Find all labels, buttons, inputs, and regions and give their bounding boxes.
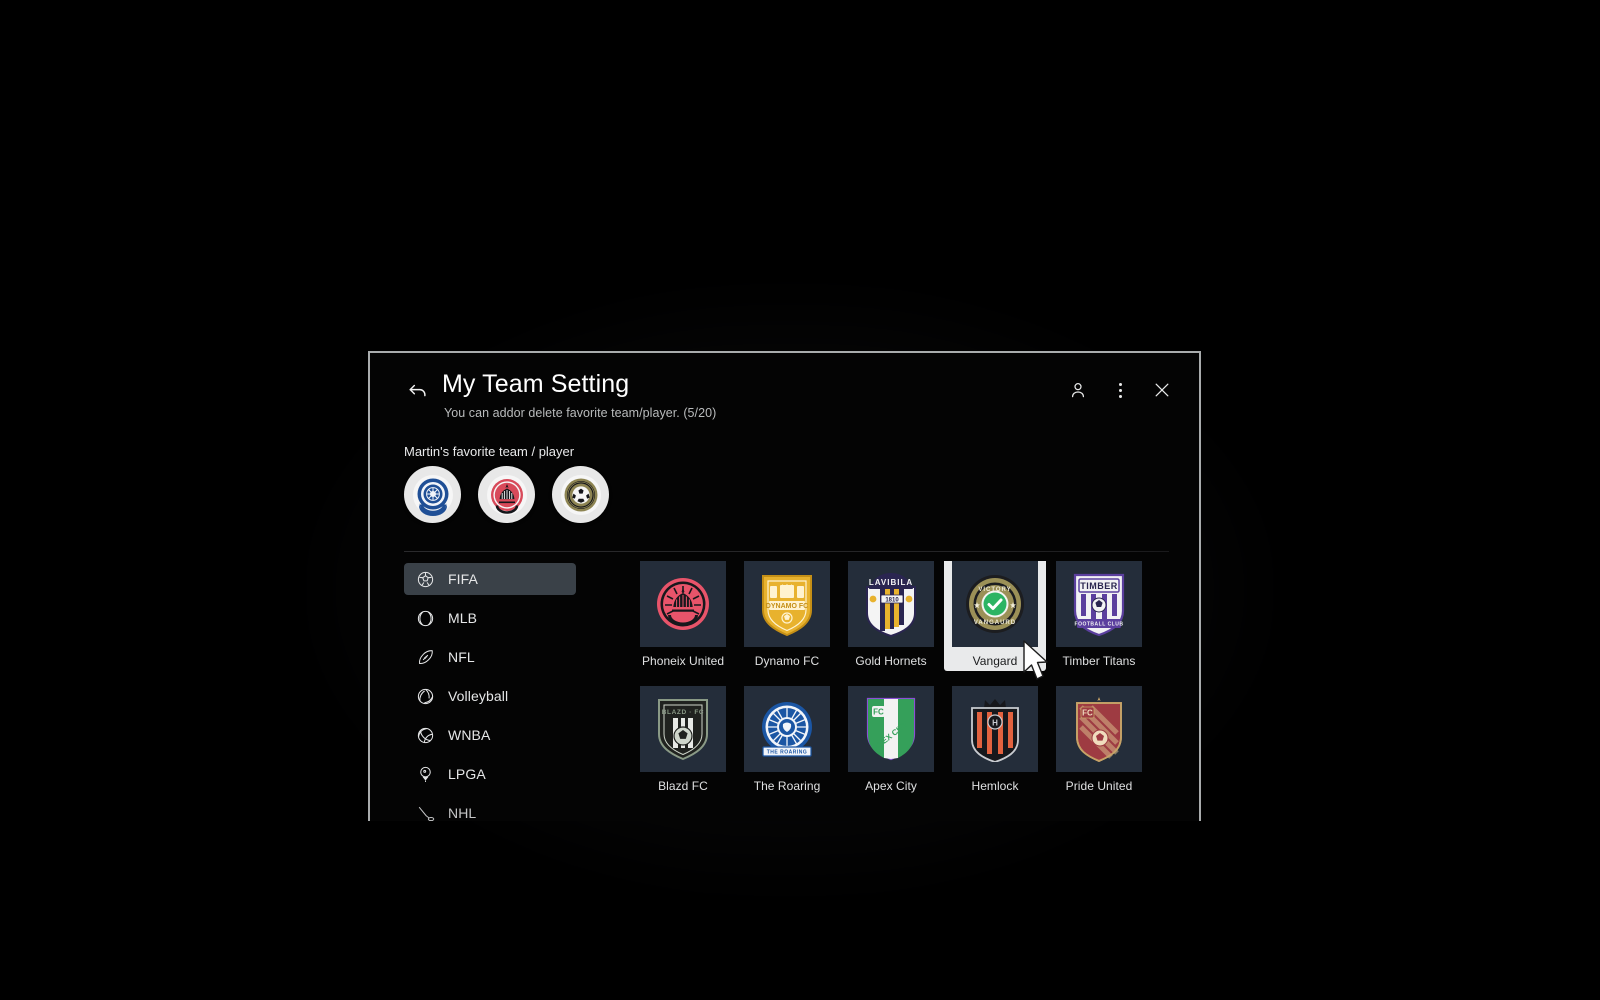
team-name: Gold Hornets xyxy=(855,654,927,668)
section-divider xyxy=(404,551,1169,552)
team-tile[interactable]: FC APEX CITY Apex City xyxy=(848,686,934,793)
team-tile[interactable]: TIMBER FOOTBALL CLUB Timber Titans xyxy=(1056,561,1142,668)
sidebar-item-label: NHL xyxy=(448,805,477,821)
svg-text:TIMBER: TIMBER xyxy=(1080,581,1118,591)
apex-city-shield: FC APEX CITY xyxy=(866,697,916,761)
svg-text:FC: FC xyxy=(873,708,884,717)
sidebar-item-fifa[interactable]: FIFA xyxy=(404,563,576,595)
team-crest xyxy=(640,561,726,647)
team-name: Apex City xyxy=(865,779,917,793)
soccer-ball-icon xyxy=(416,570,435,589)
baseball-icon xyxy=(416,609,435,628)
basketball-icon xyxy=(416,726,435,745)
content-body: FIFA MLB NFL Volleyball WNBA LPGA NHL Ph… xyxy=(370,561,1199,821)
sidebar-item-label: NFL xyxy=(448,649,475,665)
team-tile[interactable]: Phoneix United xyxy=(640,561,726,668)
person-icon[interactable] xyxy=(1067,379,1089,401)
hockey-icon xyxy=(416,804,435,822)
team-crest: VICTORY VANGAURD xyxy=(952,561,1038,647)
team-name: The Roaring xyxy=(753,779,821,793)
team-name: Phoneix United xyxy=(641,654,725,668)
team-tile[interactable]: H Hemlock xyxy=(952,686,1038,793)
team-name: Blazd FC xyxy=(658,779,708,793)
close-icon[interactable] xyxy=(1151,379,1173,401)
dynamo-shield: DYNAMO FC xyxy=(762,575,812,637)
team-tile-selected[interactable]: VICTORY VANGAURD Vangard xyxy=(944,561,1046,671)
favorite-badge-gold[interactable] xyxy=(552,466,609,523)
hemlock-crown-shield: H xyxy=(971,699,1019,762)
favorite-badge-blue[interactable] xyxy=(404,466,461,523)
football-icon xyxy=(416,648,435,667)
sports-sidebar: FIFA MLB NFL Volleyball WNBA LPGA NHL xyxy=(404,563,576,821)
team-tile[interactable]: DYNAMO FC Dynamo FC xyxy=(744,561,830,668)
favorites-label: Martin's favorite team / player xyxy=(404,444,575,459)
team-tile[interactable]: BLAZD · FC Blazd FC xyxy=(640,686,726,793)
team-grid-container: Phoneix United DYNAMO FC Dynamo FC LAVIB… xyxy=(640,561,1185,821)
team-name: Vangard xyxy=(972,654,1018,668)
svg-text:FOOTBALL CLUB: FOOTBALL CLUB xyxy=(1075,622,1124,628)
svg-text:FC: FC xyxy=(1082,709,1093,718)
sidebar-item-label: WNBA xyxy=(448,727,491,743)
sidebar-item-label: FIFA xyxy=(448,571,478,587)
sidebar-item-lpga[interactable]: LPGA xyxy=(404,758,576,790)
lavibila-shield: LAVIBILA 1810 xyxy=(866,572,916,637)
screen-background: My Team Setting You can addor delete fav… xyxy=(0,0,1600,1000)
more-options-icon[interactable] xyxy=(1109,379,1131,401)
team-name: Timber Titans xyxy=(1062,654,1136,668)
sidebar-item-mlb[interactable]: MLB xyxy=(404,602,576,634)
team-crest: FC APEX CITY xyxy=(848,686,934,772)
team-tile[interactable]: FC Pride United xyxy=(1056,686,1142,793)
team-name: Hemlock xyxy=(971,779,1019,793)
team-crest: BLAZD · FC xyxy=(640,686,726,772)
sidebar-item-nfl[interactable]: NFL xyxy=(404,641,576,673)
sidebar-item-label: Volleyball xyxy=(448,688,509,704)
blazd-shield: BLAZD · FC xyxy=(658,699,708,761)
team-crest: FC xyxy=(1056,686,1142,772)
timber-shield: TIMBER FOOTBALL CLUB xyxy=(1073,573,1125,637)
team-grid: Phoneix United DYNAMO FC Dynamo FC LAVIB… xyxy=(640,561,1185,793)
sidebar-item-label: MLB xyxy=(448,610,478,626)
blue-crest-badge xyxy=(412,474,453,516)
window-header: My Team Setting You can addor delete fav… xyxy=(370,353,1199,441)
team-crest: DYNAMO FC xyxy=(744,561,830,647)
team-name: Pride United xyxy=(1065,779,1133,793)
gold-soccer-badge xyxy=(560,474,601,515)
svg-text:DYNAMO FC: DYNAMO FC xyxy=(766,603,808,610)
volleyball-icon xyxy=(416,687,435,706)
svg-text:LAVIBILA: LAVIBILA xyxy=(869,578,913,587)
phoenix-crest xyxy=(657,578,709,630)
page-subtitle: You can addor delete favorite team/playe… xyxy=(444,406,717,420)
roaring-lion-circle: THE ROARING xyxy=(762,702,812,757)
team-tile[interactable]: THE ROARING The Roaring xyxy=(744,686,830,793)
back-arrow-icon[interactable] xyxy=(407,380,429,402)
red-black-crest-badge xyxy=(486,474,527,515)
team-tile[interactable]: LAVIBILA 1810 Gold Hornets xyxy=(848,561,934,668)
header-actions xyxy=(1067,379,1173,401)
svg-text:VANGAURD: VANGAURD xyxy=(974,620,1016,626)
team-name: Dynamo FC xyxy=(754,654,820,668)
svg-text:1810: 1810 xyxy=(885,598,899,604)
page-title: My Team Setting xyxy=(442,370,630,398)
golf-ball-tee-icon xyxy=(416,765,435,784)
svg-text:BLAZD · FC: BLAZD · FC xyxy=(662,709,704,716)
sidebar-item-label: LPGA xyxy=(448,766,486,782)
pride-united-shield: FC xyxy=(1076,697,1122,762)
my-team-setting-window: My Team Setting You can addor delete fav… xyxy=(368,351,1201,821)
favorite-badge-red[interactable] xyxy=(478,466,535,523)
more-options-dots xyxy=(1118,382,1122,398)
team-crest: TIMBER FOOTBALL CLUB xyxy=(1056,561,1142,647)
victory-vanguard-medal: VICTORY VANGAURD xyxy=(966,575,1024,633)
team-crest: THE ROARING xyxy=(744,686,830,772)
favorites-row xyxy=(404,466,609,523)
svg-text:H: H xyxy=(992,719,998,728)
sidebar-item-wnba[interactable]: WNBA xyxy=(404,719,576,751)
svg-text:THE ROARING: THE ROARING xyxy=(767,750,808,756)
sidebar-item-volleyball[interactable]: Volleyball xyxy=(404,680,576,712)
team-crest: H xyxy=(952,686,1038,772)
sidebar-item-nhl[interactable]: NHL xyxy=(404,797,576,821)
team-crest: LAVIBILA 1810 xyxy=(848,561,934,647)
